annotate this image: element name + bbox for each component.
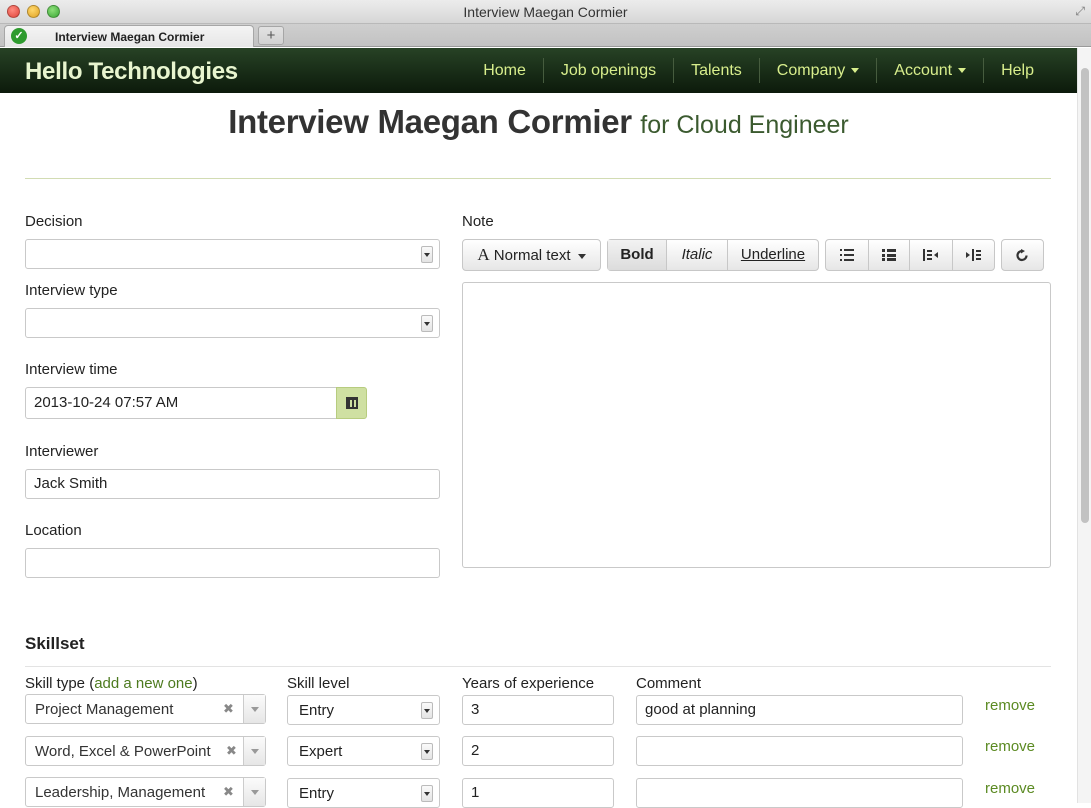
select-arrow-icon — [421, 315, 433, 332]
comment-input[interactable] — [636, 736, 963, 766]
nav-job-openings[interactable]: Job openings — [542, 58, 673, 83]
dropdown-arrow-icon[interactable] — [243, 778, 265, 806]
interview-type-label: Interview type — [25, 282, 118, 299]
undo-icon — [1016, 248, 1028, 261]
new-tab-button[interactable]: + — [258, 26, 284, 45]
clear-icon[interactable]: ✖ — [223, 743, 237, 759]
bold-button[interactable]: Bold — [608, 240, 666, 270]
interview-type-select[interactable] — [25, 308, 440, 338]
skill-type-header: Skill type (add a new one) — [25, 675, 198, 692]
years-input[interactable]: 2 — [462, 736, 614, 766]
scrollbar[interactable] — [1077, 48, 1091, 803]
brand-logo[interactable]: Hello Technologies — [25, 58, 238, 86]
comment-input[interactable] — [636, 778, 963, 808]
browser-tab[interactable]: ✓ Interview Maegan Cormier — [4, 25, 254, 47]
page-title-subtitle: for Cloud Engineer — [640, 111, 849, 139]
years-header: Years of experience — [462, 675, 595, 692]
ordered-list-icon — [881, 249, 896, 262]
interview-time-input[interactable]: 2013-10-24 07:57 AM — [25, 387, 337, 419]
skill-level-select[interactable]: Entry — [287, 778, 440, 808]
page-title: Interview Maegan Cormier for Cloud Engin… — [0, 103, 1077, 141]
location-input[interactable] — [25, 548, 440, 578]
window-titlebar: Interview Maegan Cormier ⤢ — [0, 0, 1091, 24]
font-icon: A — [477, 245, 490, 264]
caret-down-icon — [851, 68, 860, 74]
scrollbar-thumb[interactable] — [1081, 68, 1089, 523]
unordered-list-button[interactable] — [826, 240, 868, 270]
note-label: Note — [462, 213, 494, 230]
unordered-list-icon — [839, 249, 854, 262]
nav-talents[interactable]: Talents — [673, 58, 759, 83]
skill-type-select[interactable]: Word, Excel & PowerPoint ✖ — [25, 736, 266, 766]
calendar-icon — [346, 397, 358, 409]
skill-type-select[interactable]: Project Management ✖ — [25, 694, 266, 724]
clear-icon[interactable]: ✖ — [223, 784, 234, 800]
decision-select[interactable] — [25, 239, 440, 269]
nav-help[interactable]: Help — [983, 58, 1077, 83]
ordered-list-button[interactable] — [867, 240, 910, 270]
clear-icon[interactable]: ✖ — [223, 701, 234, 717]
nav-home[interactable]: Home — [466, 58, 543, 83]
undo-group — [1001, 239, 1044, 271]
outdent-button[interactable] — [909, 240, 952, 270]
note-editor[interactable] — [462, 282, 1051, 568]
nav-company[interactable]: Company — [758, 58, 876, 83]
divider — [25, 178, 1051, 179]
outdent-icon — [923, 249, 939, 262]
skillset-heading: Skillset — [25, 634, 85, 653]
text-style-group: A Normal text — [462, 239, 601, 271]
page-title-main: Interview Maegan Cormier — [228, 103, 632, 140]
checkmark-icon: ✓ — [11, 28, 27, 44]
years-input[interactable]: 3 — [462, 695, 614, 725]
interviewer-label: Interviewer — [25, 443, 99, 460]
indent-icon — [965, 249, 981, 262]
tab-label: Interview Maegan Cormier — [55, 30, 205, 44]
fullscreen-icon[interactable]: ⤢ — [1075, 4, 1085, 19]
skill-level-select[interactable]: Expert — [287, 736, 440, 766]
underline-button[interactable]: Underline — [727, 240, 818, 270]
years-input[interactable]: 1 — [462, 778, 614, 808]
comment-input[interactable]: good at planning — [636, 695, 963, 725]
caret-down-icon — [958, 68, 967, 74]
select-arrow-icon — [421, 246, 433, 263]
select-arrow-icon — [421, 743, 433, 760]
select-arrow-icon — [421, 702, 433, 719]
indent-button[interactable] — [951, 240, 995, 270]
decision-label: Decision — [25, 213, 83, 230]
tab-bar: ✓ Interview Maegan Cormier + — [0, 24, 1091, 47]
select-arrow-icon — [421, 785, 433, 802]
add-skill-link[interactable]: add a new one — [94, 675, 192, 692]
location-label: Location — [25, 522, 82, 539]
dropdown-arrow-icon[interactable] — [243, 737, 265, 765]
text-style-dropdown[interactable]: A Normal text — [463, 240, 600, 270]
caret-down-icon — [577, 253, 586, 259]
undo-button[interactable] — [1002, 240, 1043, 270]
interviewer-input[interactable]: Jack Smith — [25, 469, 440, 499]
list-group — [825, 239, 995, 271]
window-title: Interview Maegan Cormier — [463, 4, 628, 20]
navbar: Hello Technologies Home Job openings Tal… — [0, 48, 1077, 93]
comment-header: Comment — [636, 675, 702, 692]
interview-time-label: Interview time — [25, 361, 118, 378]
remove-skill-link[interactable]: remove — [985, 738, 1035, 755]
calendar-button[interactable] — [336, 387, 367, 419]
remove-skill-link[interactable]: remove — [985, 780, 1035, 797]
italic-button[interactable]: Italic — [666, 240, 727, 270]
format-group: Bold Italic Underline — [607, 239, 819, 271]
dropdown-arrow-icon[interactable] — [243, 695, 265, 723]
divider — [25, 666, 1051, 667]
skill-level-select[interactable]: Entry — [287, 695, 440, 725]
nav-account[interactable]: Account — [876, 58, 983, 83]
remove-skill-link[interactable]: remove — [985, 697, 1035, 714]
skill-level-header: Skill level — [287, 675, 350, 692]
nav-menu: Home Job openings Talents Company Accoun… — [466, 48, 1077, 93]
